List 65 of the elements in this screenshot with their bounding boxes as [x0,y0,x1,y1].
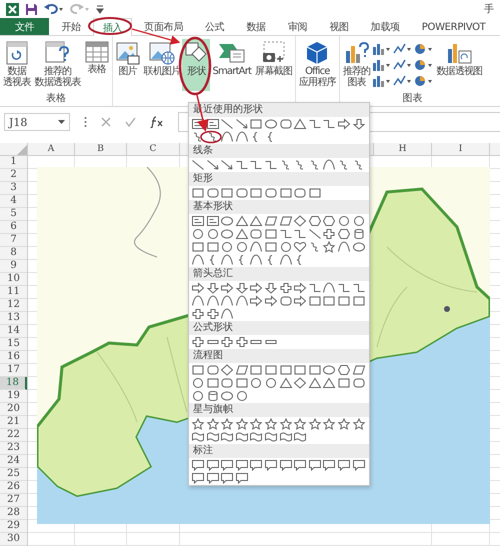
section-header: 公式形状 [189,321,369,335]
row-header[interactable]: 26 [0,481,27,494]
ribbon-button[interactable]: SmartArt [210,39,254,91]
row-header[interactable]: 21 [0,416,27,429]
column-header[interactable]: A [28,143,75,155]
row-header[interactable]: 5 [0,208,27,221]
section-header: 矩形 [189,172,369,186]
row-header[interactable]: 22 [0,429,27,442]
row-header[interactable]: 7 [0,234,27,247]
ribbon-tab[interactable]: 公式 [195,18,234,35]
ribbon-button[interactable]: 表格 [82,39,111,91]
ribbon-button[interactable]: 联机图片 [142,39,182,91]
window-title: 手 [484,2,494,16]
ribbon-tab[interactable]: 数据 [236,18,276,35]
ribbon-tab[interactable]: 视图 [319,18,359,35]
row-header[interactable]: 1 [0,156,27,169]
row-header[interactable]: 23 [0,442,27,455]
ribbon-button[interactable]: 屏幕截图 [253,39,294,91]
row-header[interactable]: 29 [0,520,27,533]
row-header[interactable]: 9 [0,260,27,273]
section-header: 箭头总汇 [189,267,369,281]
name-box[interactable]: J18 [4,113,70,131]
row-header[interactable]: 6 [0,221,27,234]
row-header[interactable]: 27 [0,494,27,507]
column-header[interactable]: I [432,143,490,155]
row-header[interactable]: 28 [0,507,27,520]
group-label: 图表 [402,92,423,106]
row-header[interactable]: 13 [0,312,27,325]
section-header: 星与旗帜 [189,403,369,417]
row-header[interactable]: 25 [0,468,27,481]
ribbon-button[interactable]: 图片 [114,39,142,91]
ribbon-tab[interactable]: 开始 [51,18,91,35]
ribbon-button[interactable]: 数据 透视表 [1,39,33,91]
row-header[interactable]: 24 [0,455,27,468]
column-header[interactable]: B [75,143,127,155]
row-header[interactable]: 12 [0,299,27,312]
section-header: 基本形状 [189,200,369,214]
row-header[interactable]: 14 [0,325,27,338]
row-header[interactable]: 30 [0,533,27,546]
row-header[interactable]: 3 [0,182,27,195]
ribbon-tab[interactable]: 页面布局 [134,18,194,35]
row-header[interactable]: 2 [0,169,27,182]
ribbon-button[interactable]: Office 应用程序 [296,39,338,91]
ribbon-tab[interactable]: 加载项 [360,18,410,35]
row-header[interactable]: 10 [0,273,27,286]
file-tab[interactable]: 文件 [0,18,50,35]
ribbon-tab[interactable]: POWERPIVOT [412,18,496,35]
row-header[interactable]: 20 [0,403,27,416]
row-header[interactable]: 8 [0,247,27,260]
row-header[interactable]: 4 [0,195,27,208]
group-label: 表格 [46,92,66,106]
section-header: 标注 [189,444,369,458]
row-header[interactable]: 11 [0,286,27,299]
ribbon-button[interactable]: 推荐的 数据透视表 [32,39,83,91]
row-header[interactable]: 15 [0,338,27,351]
ribbon-button[interactable]: 数据透视图 [434,39,484,91]
ribbon-button[interactable]: 推荐的 图表 [340,39,372,91]
row-header[interactable]: 16 [0,351,27,364]
section-header: 线条 [189,144,369,158]
ribbon-tab[interactable]: 审阅 [278,18,318,35]
row-header[interactable]: 18 [0,377,27,390]
column-header[interactable]: H [374,143,432,155]
column-header[interactable]: C [127,143,180,155]
section-header: 流程图 [189,349,369,363]
row-header[interactable]: 19 [0,390,27,403]
